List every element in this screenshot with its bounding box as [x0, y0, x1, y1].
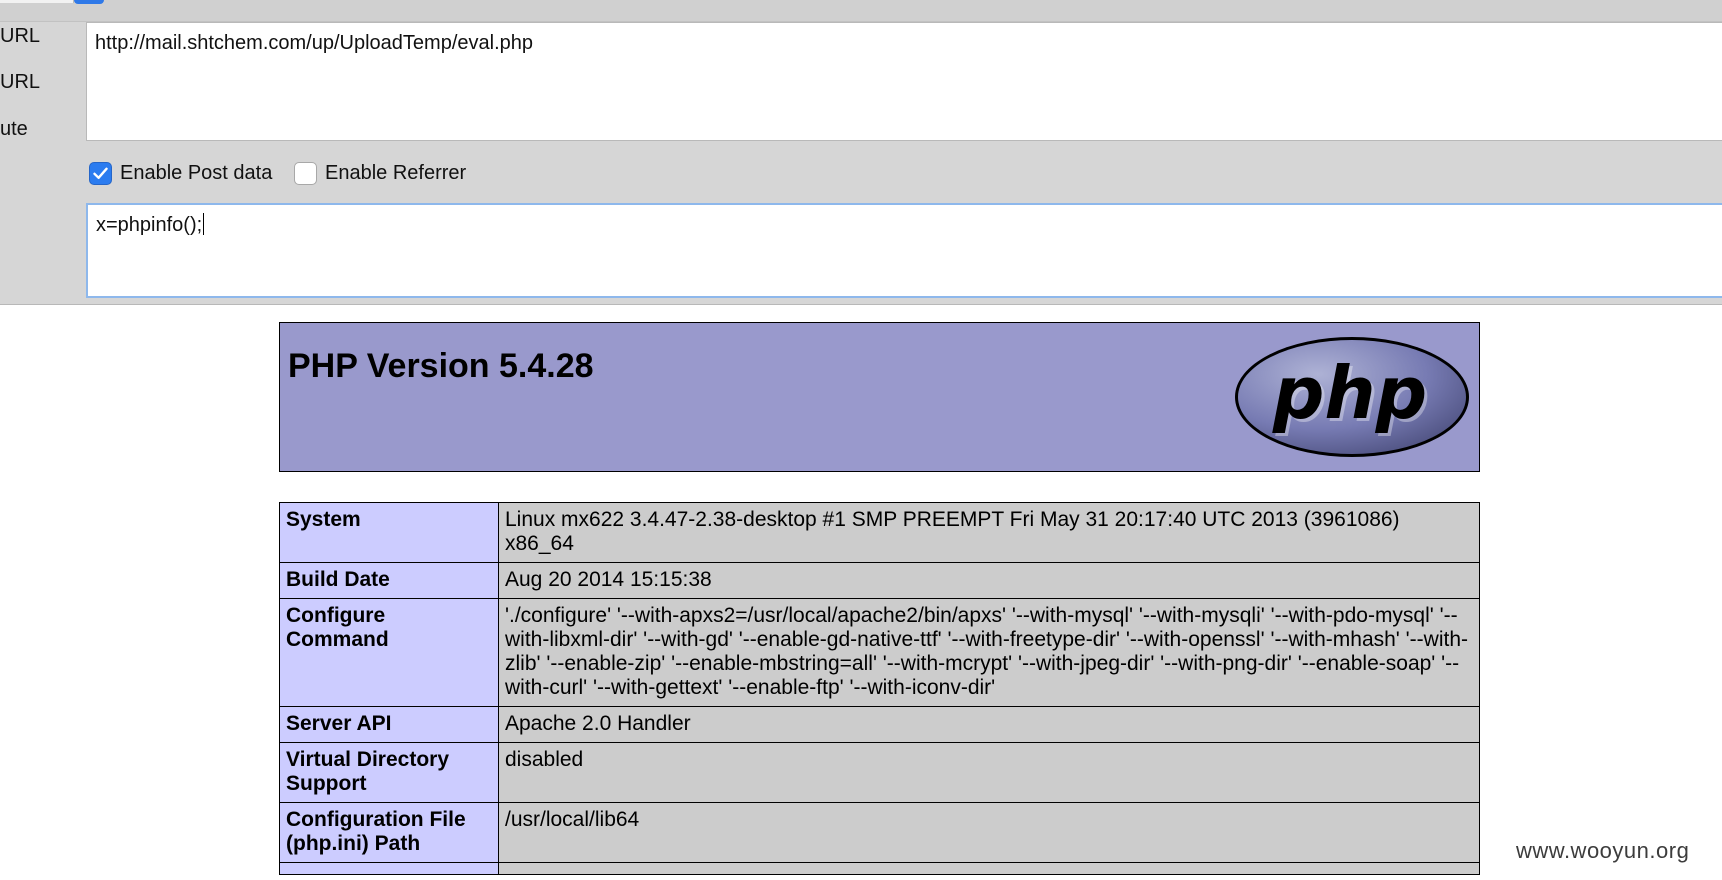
row-key: Configure Command: [279, 598, 499, 707]
execute-button[interactable]: ute: [0, 117, 28, 141]
url-textarea[interactable]: http://mail.shtchem.com/up/UploadTemp/ev…: [86, 22, 1722, 141]
php-logo-text: php: [1272, 351, 1427, 435]
table-row: Configuration File (php.ini) Path /usr/l…: [279, 802, 1480, 863]
enable-post-checkbox[interactable]: [89, 161, 112, 185]
row-value: disabled: [498, 742, 1480, 803]
row-value: './configure' '--with-apxs2=/usr/local/a…: [498, 598, 1480, 707]
post-data-textarea[interactable]: x=phpinfo();: [86, 203, 1722, 298]
watermark: www.wooyun.org: [1516, 838, 1690, 863]
hackbar-panel: URL URL ute http://mail.shtchem.com/up/U…: [0, 0, 1722, 305]
php-version-title: PHP Version 5.4.28: [288, 347, 594, 385]
phpinfo-table: System Linux mx622 3.4.47-2.38-desktop #…: [279, 502, 1480, 875]
panel-topbar: [0, 0, 1722, 22]
row-key: Configuration File (php.ini) Path: [279, 802, 499, 863]
row-value: Aug 20 2014 15:15:38: [498, 562, 1480, 599]
row-key: Virtual Directory Support: [279, 742, 499, 803]
enable-referrer-label: Enable Referrer: [325, 161, 467, 184]
table-row: Virtual Directory Support disabled: [279, 742, 1480, 803]
table-row: [279, 862, 1480, 875]
url-value: http://mail.shtchem.com/up/UploadTemp/ev…: [95, 32, 533, 54]
enable-post-label: Enable Post data: [120, 161, 273, 184]
text-caret: [203, 213, 205, 235]
load-url-button[interactable]: URL: [0, 24, 40, 48]
php-logo-icon: php php: [1235, 337, 1469, 457]
row-value: [498, 862, 1480, 875]
row-key: Server API: [279, 706, 499, 743]
enable-referrer-option[interactable]: Enable Referrer: [294, 159, 466, 187]
row-key: [279, 862, 499, 875]
table-row: Build Date Aug 20 2014 15:15:38: [279, 562, 1480, 599]
panel-tab[interactable]: [0, 0, 74, 3]
table-row: Configure Command './configure' '--with-…: [279, 598, 1480, 707]
split-url-button[interactable]: URL: [0, 70, 40, 94]
enable-post-option[interactable]: Enable Post data: [89, 159, 272, 187]
row-value: Apache 2.0 Handler: [498, 706, 1480, 743]
phpinfo-header: PHP Version 5.4.28 php php: [279, 322, 1480, 472]
row-key: System: [279, 502, 499, 563]
enable-referrer-checkbox[interactable]: [294, 161, 317, 185]
post-data-value: x=phpinfo();: [96, 214, 203, 236]
table-row: System Linux mx622 3.4.47-2.38-desktop #…: [279, 502, 1480, 563]
row-value: Linux mx622 3.4.47-2.38-desktop #1 SMP P…: [498, 502, 1480, 563]
active-tab-indicator: [74, 0, 104, 4]
row-value: /usr/local/lib64: [498, 802, 1480, 863]
row-key: Build Date: [279, 562, 499, 599]
table-row: Server API Apache 2.0 Handler: [279, 706, 1480, 743]
checkmark-icon: [93, 167, 108, 179]
